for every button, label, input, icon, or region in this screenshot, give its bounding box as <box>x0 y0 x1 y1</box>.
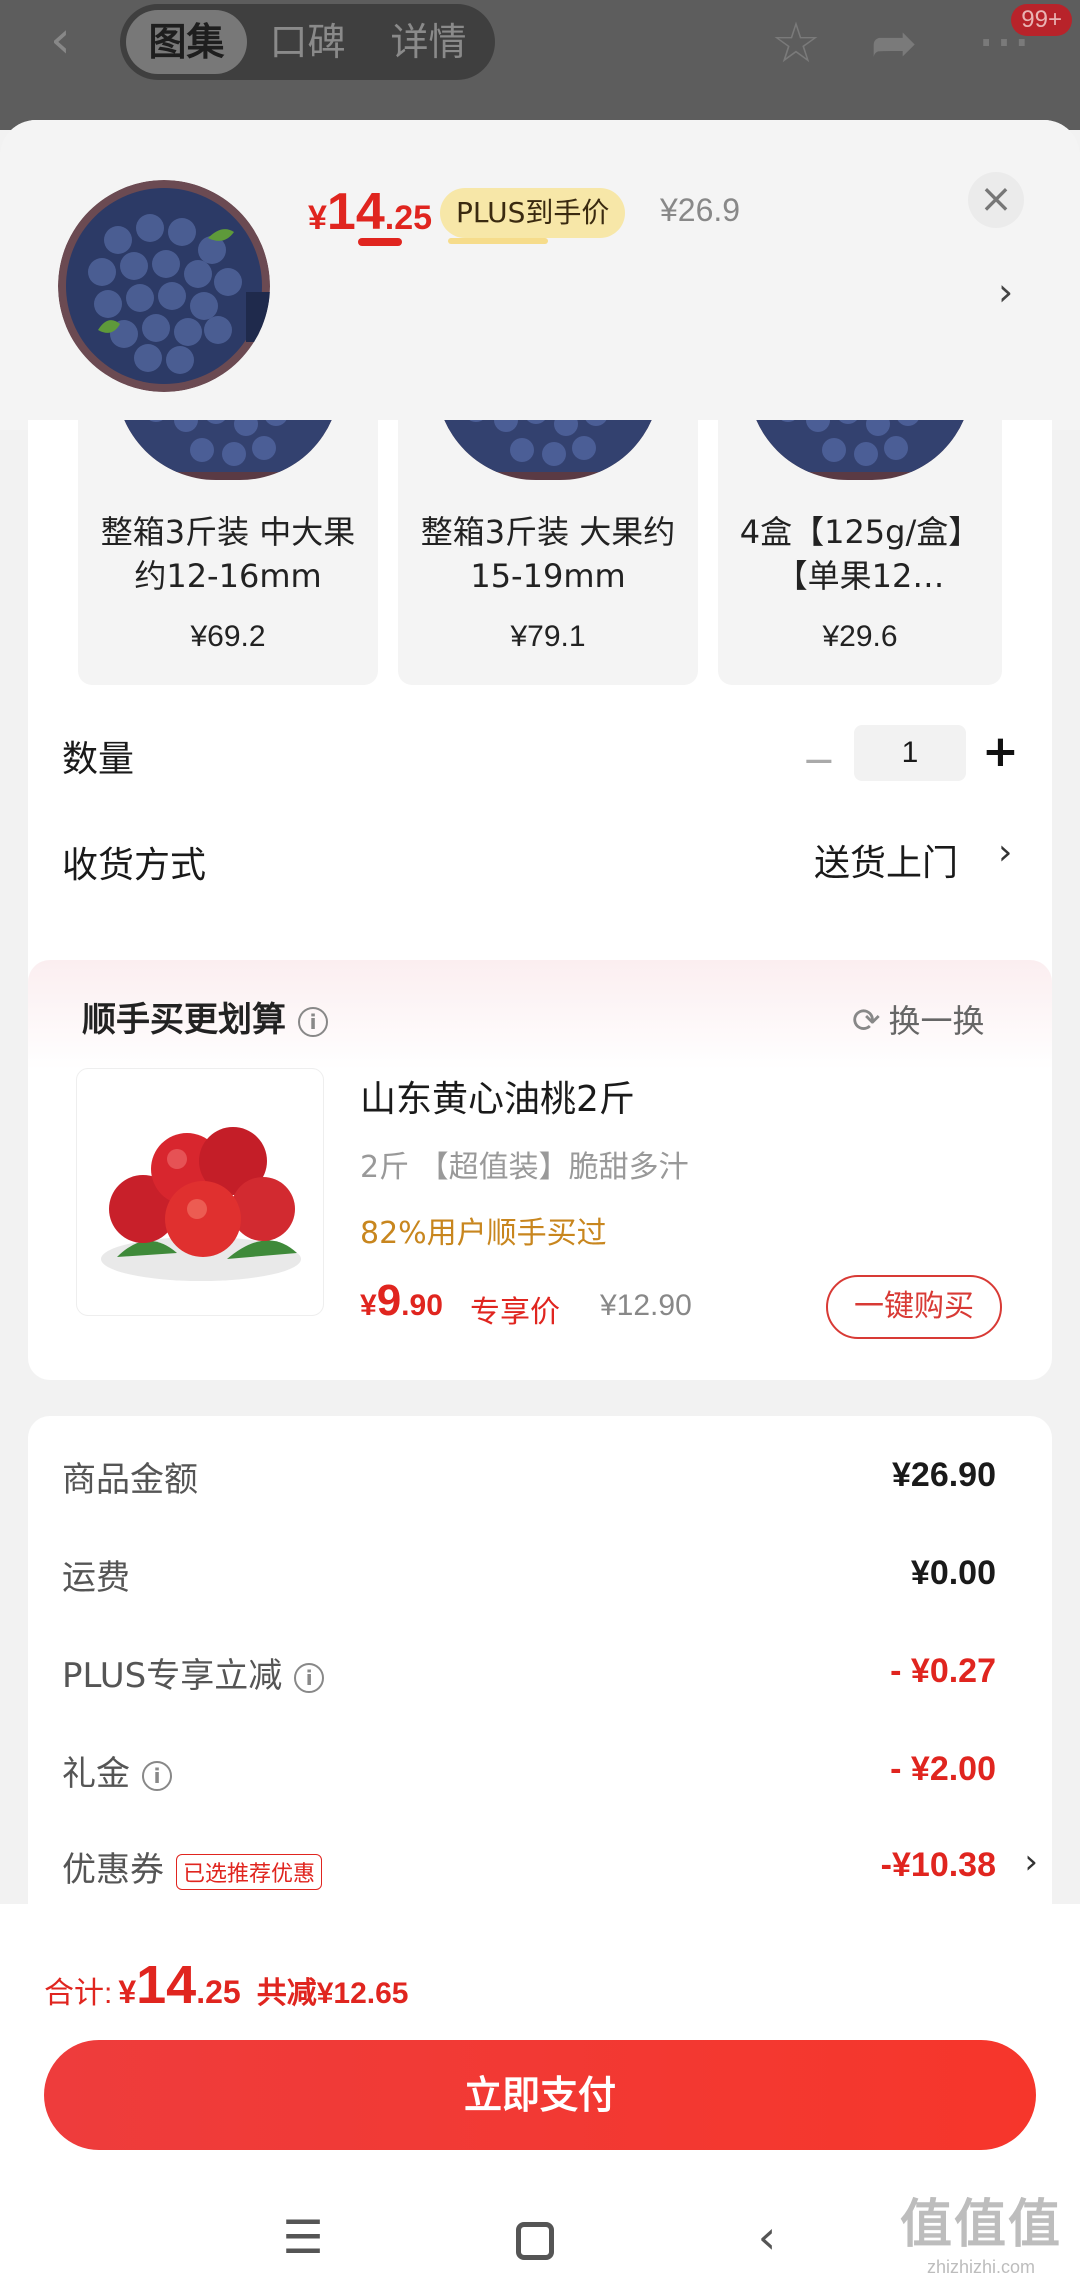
tab-reviews[interactable]: 口碑 <box>247 10 368 74</box>
swap-label: 换一换 <box>888 1002 985 1040</box>
coupon-value: -¥10.38 <box>880 1846 996 1884</box>
recommendation-card: 顺手买更划算 i ⟳ 换一换 山东黄心油桃2斤 2斤 【超值装】脆甜多汁 82%用户… <box>28 960 1052 1380</box>
summary-value: - ¥2.00 <box>890 1750 996 1788</box>
watermark-url: zhizhizhi.com <box>926 2257 1036 2277</box>
spec-image <box>116 420 340 480</box>
close-button[interactable]: × <box>968 172 1024 228</box>
summary-value: ¥26.90 <box>892 1456 996 1494</box>
coupon-label-text: 优惠券 <box>62 1850 164 1890</box>
spec-price: ¥69.2 <box>190 620 266 653</box>
product-image <box>58 180 270 392</box>
quantity-label: 数量 <box>62 739 135 780</box>
home-icon[interactable] <box>500 2202 570 2272</box>
recommended-bought-rate: 82%用户顺手买过 <box>360 1216 607 1251</box>
watermark-logo: 值值值 <box>899 2195 1062 2255</box>
summary-label: 商品金额 <box>62 1460 198 1500</box>
summary-row: 商品金额 ¥26.90 <box>62 1452 996 1512</box>
refresh-icon: ⟳ <box>852 1001 881 1041</box>
recommended-product-image[interactable] <box>76 1068 324 1316</box>
current-price: ¥14.25 <box>308 183 433 241</box>
recommended-product-spec: 2斤 【超值装】脆甜多汁 <box>360 1150 689 1185</box>
decrease-button[interactable]: − <box>802 738 836 784</box>
recommended-price: ¥9.90 <box>360 1276 443 1325</box>
exclusive-price-tag: 专享价 <box>470 1295 560 1330</box>
top-bar: ‹ 图集 口碑 详情 ☆ ➦ ··· 99+ <box>0 0 1080 130</box>
quantity-input[interactable]: 1 <box>854 725 966 781</box>
delivery-label: 收货方式 <box>62 845 207 886</box>
tab-switcher: 图集 口碑 详情 <box>120 4 495 80</box>
chevron-right-icon[interactable]: › <box>1024 1842 1038 1882</box>
menu-icon[interactable]: ☰ <box>268 2202 338 2272</box>
swap-button[interactable]: ⟳ 换一换 <box>852 996 985 1042</box>
spec-option[interactable]: 4盒【125g/盒】【单果12… ¥29.6 <box>718 420 1002 685</box>
price-summary-card: 商品金额 ¥26.90 运费 ¥0.00 PLUS专享立减 i - ¥0.27 礼… <box>28 1416 1052 1936</box>
summary-label: PLUS专享立减 i <box>62 1648 325 1697</box>
summary-value: ¥0.00 <box>910 1554 996 1592</box>
checkout-bar: 合计: ¥14.25 共减¥12.65 立即支付 ☰ ‹ 值值值 zhizhizhi… <box>0 1904 1080 2290</box>
star-icon[interactable]: ☆ <box>766 14 826 74</box>
total-price: 合计: ¥14.25 共减¥12.65 <box>44 1955 409 2015</box>
increase-button[interactable]: + <box>982 726 1019 777</box>
chevron-right-icon[interactable]: › <box>998 270 1013 314</box>
summary-value: - ¥0.27 <box>890 1652 996 1690</box>
share-icon[interactable]: ➦ <box>864 14 924 74</box>
summary-label: 礼金 i <box>62 1746 172 1795</box>
spec-image <box>748 420 972 480</box>
watermark: 值值值 zhizhizhi.com <box>900 2182 1062 2278</box>
one-click-buy-button[interactable]: 一键购买 <box>826 1275 1002 1339</box>
coupon-label: 优惠券 已选推荐优惠 <box>62 1842 323 1891</box>
summary-label-text: 礼金 <box>62 1754 130 1794</box>
plus-price-tag: PLUS到手价 <box>440 188 626 238</box>
back-icon[interactable]: ‹ <box>50 14 90 66</box>
summary-row: PLUS专享立减 i - ¥0.27 <box>62 1648 996 1708</box>
price-underline <box>358 238 402 246</box>
info-icon[interactable]: i <box>298 1006 328 1037</box>
spec-price: ¥79.1 <box>510 620 586 653</box>
tab-gallery[interactable]: 图集 <box>126 10 247 74</box>
summary-row: 运费 ¥0.00 <box>62 1550 996 1610</box>
spec-name: 整箱3斤装 中大果 约12-16mm <box>100 513 356 595</box>
plus-tag-underline <box>448 238 548 244</box>
summary-row: 礼金 i - ¥2.00 <box>62 1746 996 1806</box>
recommended-original-price: ¥12.90 <box>600 1289 692 1322</box>
coupon-row[interactable]: 优惠券 已选推荐优惠 -¥10.38 › <box>62 1842 1038 1902</box>
notification-badge: 99+ <box>1011 4 1072 36</box>
options-card: 整箱3斤装 中大果 约12-16mm ¥69.2 整箱3斤装 大果约15-19m… <box>28 420 1052 1050</box>
back-icon[interactable]: ‹ <box>732 2202 802 2272</box>
sheet-header: ¥14.25 PLUS到手价 ¥26.9 × › <box>0 120 1080 430</box>
total-saved: 共减¥12.65 <box>256 1977 409 2010</box>
recommendation-title: 顺手买更划算 i <box>82 992 328 1041</box>
spec-image <box>436 420 660 480</box>
spec-price: ¥29.6 <box>822 620 898 653</box>
spec-option[interactable]: 整箱3斤装 大果约15-19mm ¥79.1 <box>398 420 698 685</box>
recommendation-title-text: 顺手买更划算 <box>82 1000 286 1040</box>
tab-details[interactable]: 详情 <box>368 10 489 74</box>
delivery-method[interactable]: 送货上门 <box>814 834 958 886</box>
spec-name: 整箱3斤装 大果约15-19mm <box>420 513 676 595</box>
spec-option[interactable]: 整箱3斤装 中大果 约12-16mm ¥69.2 <box>78 420 378 685</box>
info-icon[interactable]: i <box>142 1760 172 1791</box>
summary-label-text: PLUS专享立减 <box>62 1656 283 1696</box>
original-price: ¥26.9 <box>660 192 741 228</box>
recommended-product-name[interactable]: 山东黄心油桃2斤 <box>360 1070 635 1122</box>
chevron-right-icon[interactable]: › <box>998 832 1012 873</box>
coupon-tag: 已选推荐优惠 <box>176 1853 323 1890</box>
info-icon[interactable]: i <box>294 1662 325 1693</box>
pay-now-button[interactable]: 立即支付 <box>44 2040 1036 2150</box>
summary-label: 运费 <box>62 1558 130 1598</box>
spec-name: 4盒【125g/盒】【单果12… <box>739 513 981 595</box>
